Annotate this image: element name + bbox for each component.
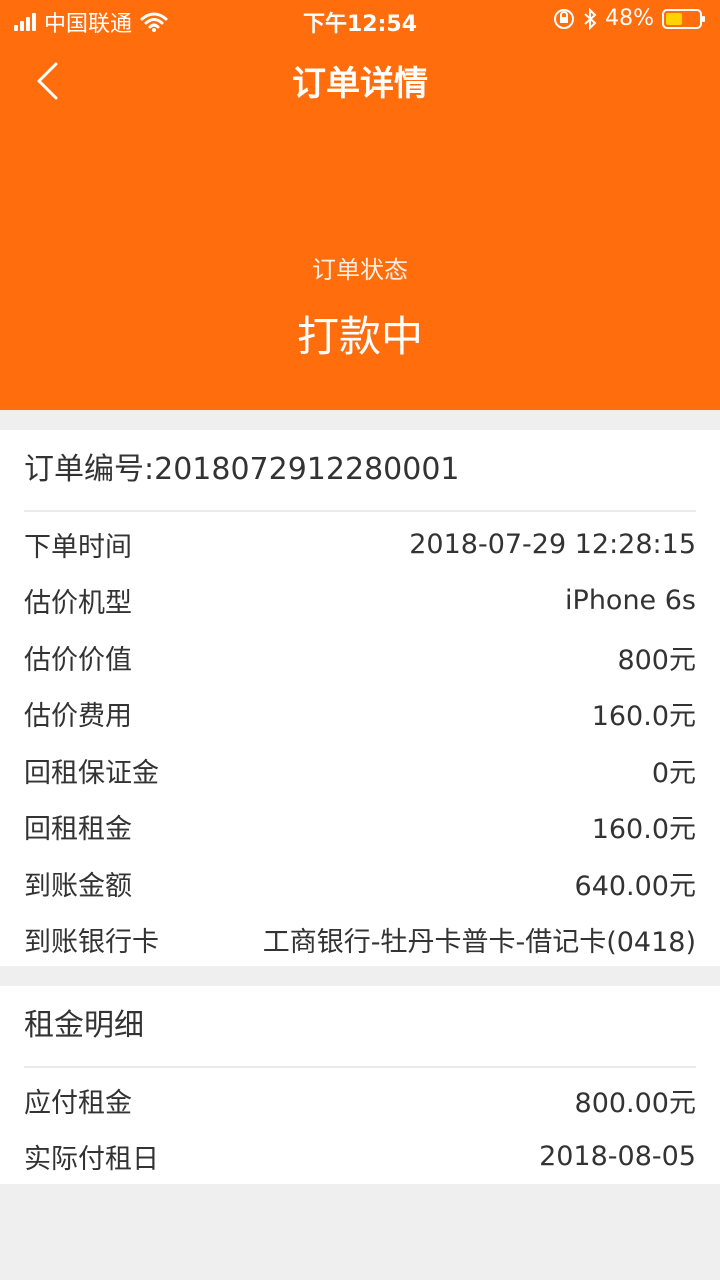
order-status-label: 订单状态 bbox=[312, 256, 408, 284]
order-number: 订单编号:2018072912280001 bbox=[24, 452, 460, 487]
orientation-lock-icon bbox=[554, 8, 575, 29]
bluetooth-icon bbox=[584, 7, 597, 30]
row-value: 2018-07-29 12:28:15 bbox=[409, 528, 696, 560]
row-value: iPhone 6s bbox=[565, 585, 696, 617]
row-label: 下单时间 bbox=[24, 531, 132, 563]
row-model: 估价机型 iPhone 6s bbox=[0, 573, 720, 630]
row-order-time: 下单时间 2018-07-29 12:28:15 bbox=[0, 516, 720, 573]
row-bank-card: 到账银行卡 工商银行-牡丹卡普卡-借记卡(0418) bbox=[0, 912, 720, 969]
row-value: 0元 bbox=[651, 757, 696, 789]
rent-detail-title: 租金明细 bbox=[24, 1008, 144, 1043]
row-label: 回租保证金 bbox=[24, 757, 159, 789]
row-value: 160.0元 bbox=[591, 701, 696, 733]
row-value: 2018-08-05 bbox=[539, 1141, 696, 1173]
row-label: 估价费用 bbox=[24, 701, 132, 733]
row-value: 640.00元 bbox=[574, 870, 696, 902]
page-title: 订单详情 bbox=[292, 64, 428, 104]
header: 中国联通 下午12:54 48% 订单详情 订单状态 打款中 bbox=[0, 0, 720, 410]
row-value: 800元 bbox=[617, 644, 696, 676]
row-rent-payable: 应付租金 800.00元 bbox=[0, 1072, 720, 1129]
row-value: 工商银行-牡丹卡普卡-借记卡(0418) bbox=[262, 927, 696, 959]
row-actual-pay-date: 实际付租日 2018-08-05 bbox=[0, 1129, 720, 1186]
row-estimated-fee: 估价费用 160.0元 bbox=[0, 686, 720, 743]
status-right: 48% bbox=[553, 6, 706, 31]
row-received-amount: 到账金额 640.00元 bbox=[0, 855, 720, 912]
row-label: 估价价值 bbox=[24, 644, 132, 676]
order-status-value: 打款中 bbox=[296, 312, 423, 361]
order-info-card: 订单编号:2018072912280001 下单时间 2018-07-29 12… bbox=[0, 430, 720, 966]
row-estimated-value: 估价价值 800元 bbox=[0, 629, 720, 686]
row-label: 到账金额 bbox=[24, 870, 132, 902]
row-value: 800.00元 bbox=[574, 1087, 696, 1119]
row-rent: 回租租金 160.0元 bbox=[0, 799, 720, 856]
row-deposit: 回租保证金 0元 bbox=[0, 742, 720, 799]
row-label: 到账银行卡 bbox=[24, 927, 159, 959]
rent-detail-card: 租金明细 应付租金 800.00元 实际付租日 2018-08-05 bbox=[0, 986, 720, 1184]
row-label: 应付租金 bbox=[24, 1087, 132, 1119]
row-label: 估价机型 bbox=[24, 588, 132, 620]
row-label: 实际付租日 bbox=[24, 1144, 159, 1176]
status-bar: 中国联通 下午12:54 48% bbox=[0, 0, 720, 40]
row-value: 160.0元 bbox=[591, 814, 696, 846]
battery-icon bbox=[662, 8, 705, 29]
row-label: 回租租金 bbox=[24, 814, 132, 846]
battery-percent: 48% bbox=[605, 6, 654, 31]
